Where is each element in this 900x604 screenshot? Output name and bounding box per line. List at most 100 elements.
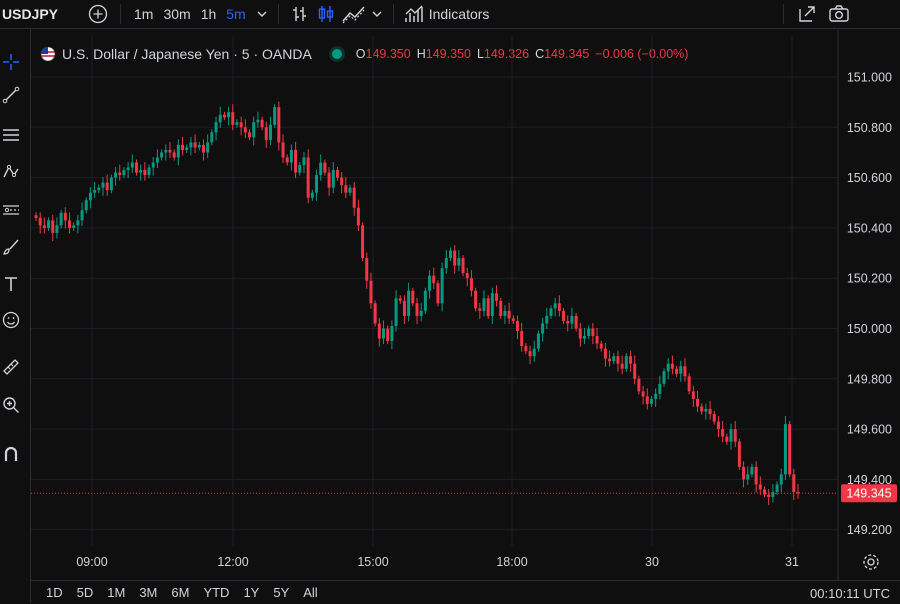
- candle-body: [562, 310, 566, 321]
- range-3m[interactable]: 3M: [139, 585, 157, 600]
- candle-body: [72, 225, 76, 228]
- candle-body: [432, 275, 436, 284]
- candle-body: [164, 149, 168, 153]
- bar-style-icon[interactable]: [287, 4, 313, 24]
- candle-body: [411, 290, 415, 304]
- candle-body: [721, 429, 725, 437]
- camera-icon[interactable]: [822, 4, 856, 24]
- candle-body: [181, 144, 185, 150]
- time-tick-label: 09:00: [76, 555, 107, 569]
- candle-body: [231, 112, 235, 125]
- projection-icon[interactable]: [0, 199, 22, 221]
- date-range-bar: 1D 5D 1M 3M 6M YTD 1Y 5Y All: [30, 580, 900, 604]
- candle-body: [587, 328, 591, 337]
- ruler-icon[interactable]: [0, 356, 22, 378]
- candle-body: [708, 408, 712, 415]
- candle-body: [419, 310, 423, 316]
- settings-gear-icon[interactable]: [862, 553, 880, 571]
- area-style-icon[interactable]: [339, 4, 369, 24]
- range-5y[interactable]: 5Y: [273, 585, 289, 600]
- market-status-icon[interactable]: [331, 49, 342, 59]
- time-tick-label: 30: [645, 555, 659, 569]
- range-all[interactable]: All: [303, 585, 317, 600]
- candle-body: [201, 144, 205, 153]
- candle-body: [281, 142, 285, 158]
- candle-body: [490, 293, 494, 316]
- crosshair-icon[interactable]: [0, 51, 22, 73]
- candle-body: [670, 363, 674, 369]
- candle-style-icon[interactable]: [313, 4, 339, 24]
- trend-line-icon[interactable]: [0, 84, 22, 106]
- divider: [120, 4, 121, 24]
- candle-body: [398, 298, 402, 301]
- range-ytd[interactable]: YTD: [203, 585, 229, 600]
- candle-body: [549, 308, 553, 316]
- time-axis[interactable]: 09:00 12:00 15:00 18:00 30 31: [76, 555, 799, 569]
- candle-body: [553, 303, 557, 309]
- price-tick-label: 150.800: [847, 121, 892, 135]
- text-icon[interactable]: [0, 273, 22, 295]
- candle-body: [603, 348, 607, 359]
- timeframe-1h[interactable]: 1h: [196, 6, 222, 22]
- candle-body: [206, 142, 210, 153]
- candle-body: [176, 144, 180, 158]
- snapshot-icon[interactable]: [792, 4, 822, 24]
- change-value: −0.006 (−0.00%): [595, 47, 689, 61]
- chevron-down-icon[interactable]: [254, 8, 270, 20]
- candle-body: [172, 152, 176, 158]
- range-1m[interactable]: 1M: [107, 585, 125, 600]
- timeframe-5m[interactable]: 5m: [221, 6, 250, 22]
- candle-body: [264, 127, 268, 140]
- price-axis[interactable]: 151.000 150.800 150.600 150.400 150.200 150.0…: [841, 71, 897, 538]
- candle-body: [122, 170, 126, 176]
- candle-body: [55, 225, 59, 233]
- price-tick-label: 149.600: [847, 423, 892, 437]
- range-5d[interactable]: 5D: [77, 585, 94, 600]
- candle-body: [696, 398, 700, 407]
- current-price-label: 149.345: [846, 487, 891, 501]
- candle-body: [348, 187, 352, 193]
- candle-body: [189, 142, 193, 148]
- indicators-button[interactable]: Indicators: [429, 6, 490, 22]
- chart-grid: [31, 30, 839, 580]
- candle-body: [624, 356, 628, 369]
- candle-body: [440, 268, 444, 304]
- magnet-icon[interactable]: [0, 443, 22, 465]
- utc-clock[interactable]: 00:10:11 UTC: [810, 586, 890, 601]
- candle-body: [666, 363, 670, 372]
- price-chart[interactable]: 151.000 150.800 150.600 150.400 150.200 150.0…: [0, 0, 900, 603]
- zoom-icon[interactable]: [0, 394, 22, 416]
- timeframe-30m[interactable]: 30m: [158, 6, 195, 22]
- candle-body: [118, 172, 122, 176]
- candle-body: [369, 280, 373, 304]
- emoji-icon[interactable]: [0, 309, 22, 331]
- fib-icon[interactable]: [0, 124, 22, 146]
- pattern-icon[interactable]: [0, 161, 22, 183]
- symbol-search-button[interactable]: USDJPY: [2, 6, 70, 22]
- candle-body: [88, 192, 92, 201]
- candle-body: [591, 328, 595, 337]
- price-tick-label: 150.200: [847, 272, 892, 286]
- brush-icon[interactable]: [0, 236, 22, 258]
- indicators-icon[interactable]: [402, 4, 426, 24]
- chevron-down-icon[interactable]: [369, 8, 385, 20]
- range-1d[interactable]: 1D: [46, 585, 63, 600]
- price-tick-label: 149.400: [847, 473, 892, 487]
- candle-body: [763, 489, 767, 495]
- range-6m[interactable]: 6M: [171, 585, 189, 600]
- candle-body: [683, 366, 687, 377]
- candle-body: [486, 298, 490, 316]
- candle-body: [365, 258, 369, 281]
- candle-body: [210, 132, 214, 143]
- price-tick-label: 149.800: [847, 372, 892, 386]
- candle-body: [344, 185, 348, 193]
- candle-body: [193, 142, 197, 148]
- candle-body: [779, 474, 783, 485]
- price-tick-label: 149.200: [847, 523, 892, 537]
- candle-body: [407, 290, 411, 316]
- add-symbol-icon[interactable]: [86, 2, 110, 26]
- chart-title[interactable]: U.S. Dollar / Japanese Yen · 5 · OANDA: [62, 46, 312, 62]
- timeframe-1m[interactable]: 1m: [129, 6, 158, 22]
- range-1y[interactable]: 1Y: [243, 585, 259, 600]
- candle-body: [687, 376, 691, 392]
